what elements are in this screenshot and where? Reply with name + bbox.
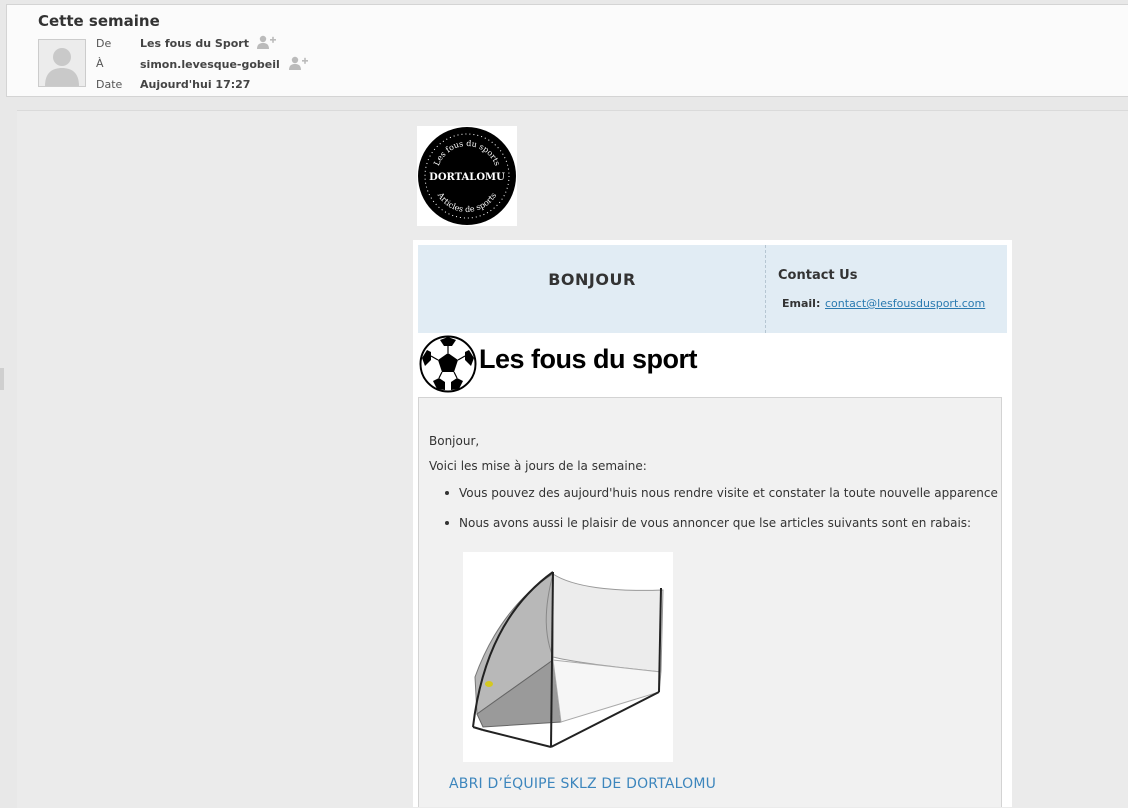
mail-subject: Cette semaine [38, 12, 160, 30]
product-link[interactable]: ABRI D’ÉQUIPE SKLZ DE DORTALOMU [449, 776, 716, 792]
contact-title: Contact Us [778, 268, 858, 283]
from-label: De [96, 37, 112, 50]
add-contact-icon[interactable] [256, 35, 276, 49]
bullet-dot [445, 521, 449, 525]
to-label: À [96, 57, 104, 70]
greeting-heading: BONJOUR [548, 270, 636, 289]
date-value: Aujourd'hui 17:27 [140, 78, 251, 91]
intro-line: Voici les mise à jours de la semaine: [429, 459, 647, 473]
left-resize-handle[interactable] [0, 368, 4, 390]
sender-avatar [38, 39, 86, 87]
logo-badge-icon: Les fous du sports DORTALOMU Articles de… [418, 127, 516, 225]
list-item: Nous avons aussi le plaisir de vous anno… [459, 516, 972, 530]
list-item: Vous pouvez des aujourd'huis nous rendre… [459, 486, 998, 500]
logo-name: DORTALOMU [429, 172, 505, 183]
add-contact-icon[interactable] [288, 56, 308, 70]
brand-title: Les fous du sport [479, 344, 698, 374]
contact-email-link[interactable]: contact@lesfousdusport.com [825, 297, 985, 310]
product-image[interactable] [463, 552, 673, 762]
newsletter-content: Bonjour, Voici les mise à jours de la se… [418, 397, 1002, 807]
salutation: Bonjour, [429, 434, 480, 448]
from-value[interactable]: Les fous du Sport [140, 37, 249, 50]
person-silhouette-icon [39, 40, 85, 86]
dortalomu-logo: Les fous du sports DORTALOMU Articles de… [417, 126, 517, 226]
greeting-cell: BONJOUR [418, 245, 766, 333]
bullet-dot [445, 491, 449, 495]
date-label: Date [96, 78, 123, 91]
to-value[interactable]: simon.levesque-gobeil [140, 58, 280, 71]
mail-header: Cette semaine De Les fous du Sport À sim… [6, 4, 1128, 97]
contact-email-label: Email: [782, 297, 821, 310]
team-shelter-image [463, 552, 673, 762]
soccer-ball-icon [419, 335, 477, 393]
contact-cell: Contact Us Email: contact@lesfousdusport… [766, 245, 1007, 333]
